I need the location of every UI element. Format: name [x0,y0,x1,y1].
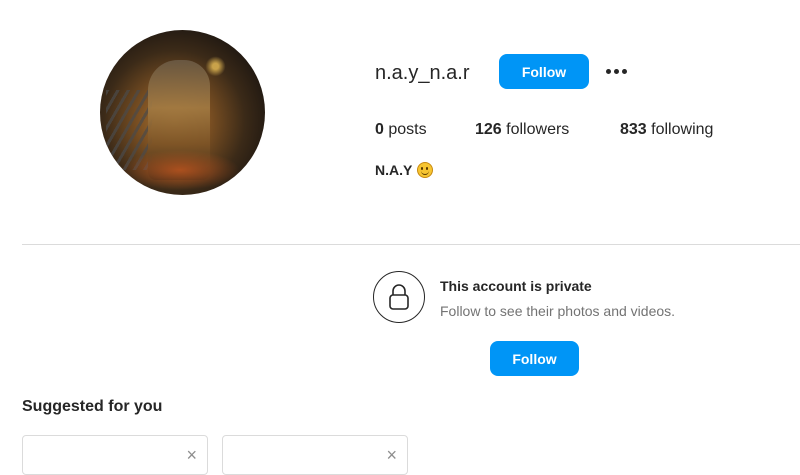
close-icon[interactable]: × [386,446,397,464]
followers-label: followers [506,121,570,138]
posts-count: 0 posts [375,121,427,139]
avatar-glow-detail [120,150,240,190]
lock-icon [373,271,425,323]
following-count[interactable]: 833 following [620,121,713,139]
private-account-subtitle: Follow to see their photos and videos. [440,303,676,319]
posts-label: posts [388,121,427,138]
smiling-face-emoji-icon [417,162,434,178]
profile-bio: N.A.Y [375,162,434,178]
more-dot [621,68,627,74]
followers-count[interactable]: 126 followers [475,121,569,139]
private-account-title: This account is private [440,278,592,294]
following-number: 833 [620,121,647,138]
follow-private-button[interactable]: Follow [490,341,579,376]
follow-button[interactable]: Follow [499,54,589,89]
following-label: following [651,121,714,138]
close-icon[interactable]: × [186,446,197,464]
posts-number: 0 [375,121,384,138]
more-dot [605,68,611,74]
bio-name: N.A.Y [375,162,413,178]
suggestion-card[interactable]: × [222,435,408,475]
lock-svg [389,284,409,310]
suggested-heading: Suggested for you [22,398,163,415]
profile-username: n.a.y_n.a.r [375,62,470,84]
followers-number: 126 [475,121,502,138]
profile-avatar[interactable] [100,30,265,195]
suggestion-card[interactable]: × [22,435,208,475]
more-options-icon[interactable] [603,58,629,84]
more-dot [613,68,619,74]
section-divider [22,244,800,245]
